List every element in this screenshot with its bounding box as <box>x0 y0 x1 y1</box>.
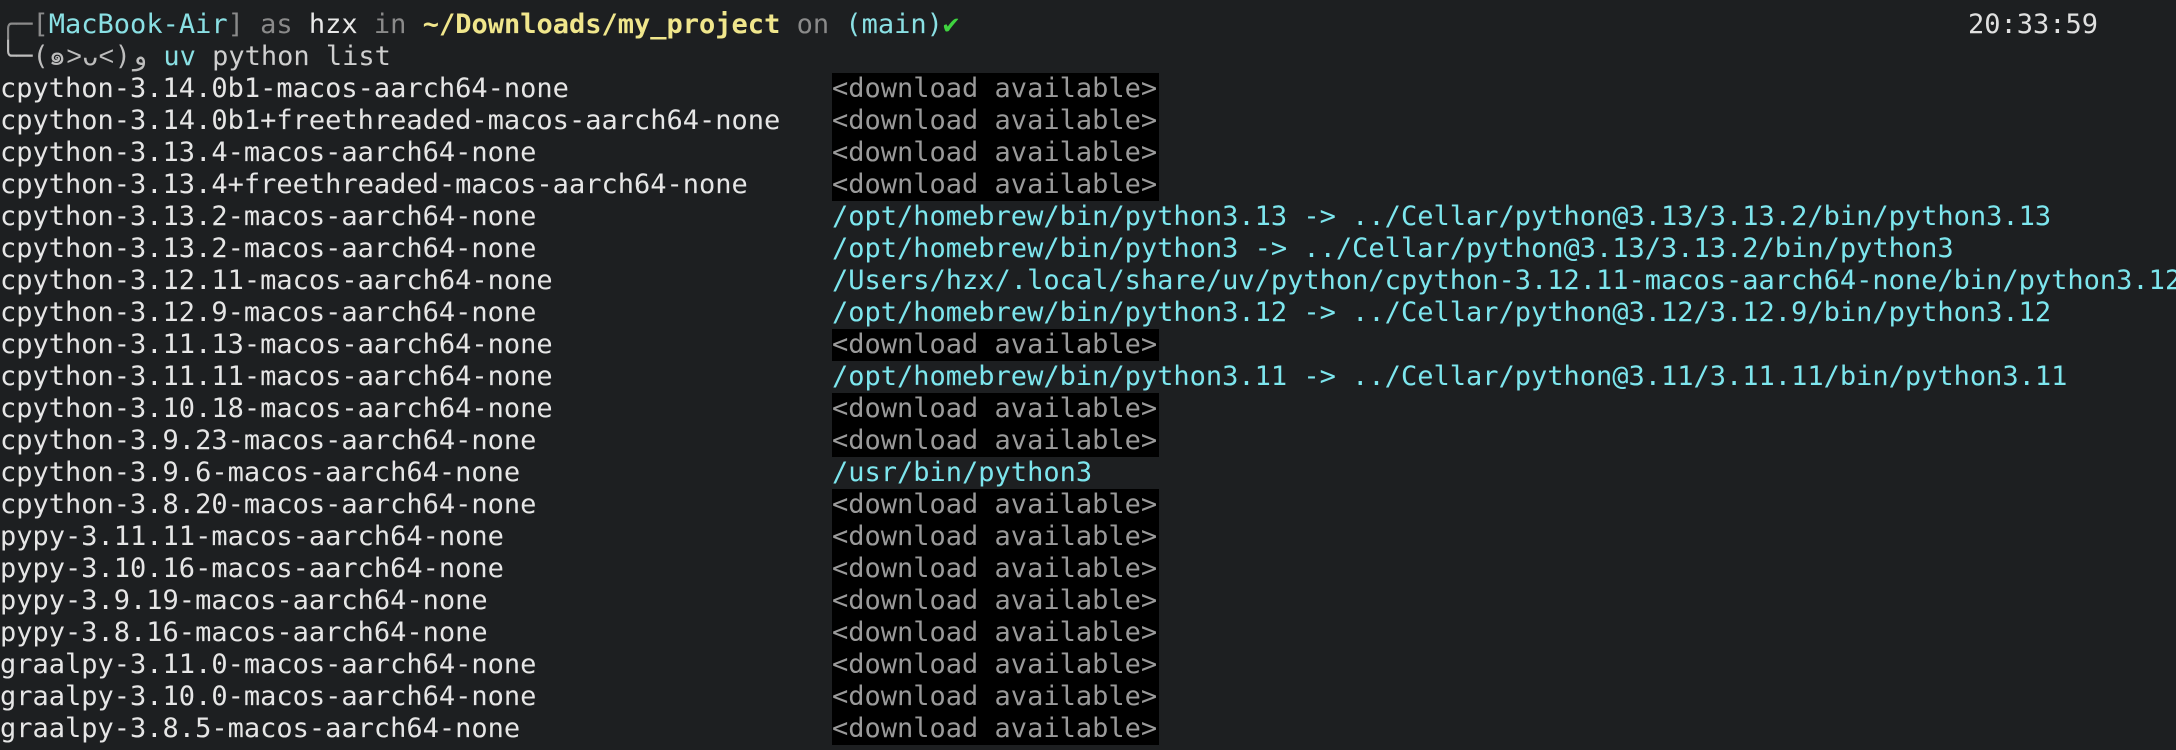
python-version-name: cpython-3.12.11-macos-aarch64-none <box>0 265 553 296</box>
python-version-name: pypy-3.10.16-macos-aarch64-none <box>0 553 504 584</box>
terminal-window[interactable]: ╭─[MacBook-Air] as hzx in ~/Downloads/my… <box>0 0 2176 750</box>
download-available-label: <download available> <box>832 521 1160 553</box>
download-available-label: <download available> <box>832 713 1160 745</box>
python-version-name: cpython-3.10.18-macos-aarch64-none <box>0 393 553 424</box>
download-available-label: <download available> <box>832 681 1160 713</box>
download-available-label: <download available> <box>832 73 1160 105</box>
download-available-label: <download available> <box>832 489 1160 521</box>
command-line[interactable]: ╰─(๑˃ᴗ˂)ﻭ uv python list <box>0 41 391 73</box>
prompt-box-corner: ╭─[ <box>0 9 49 40</box>
download-available-label: <download available> <box>832 649 1160 681</box>
prompt-kaomoji-prefix: ╰─(๑˃ᴗ˂)ﻭ <box>0 41 164 72</box>
python-version-name: cpython-3.14.0b1-macos-aarch64-none <box>0 73 569 104</box>
prompt-hostname: MacBook-Air <box>48 9 228 40</box>
install-path: /opt/homebrew/bin/python3.12 -> ../Cella… <box>832 297 2052 328</box>
python-version-name: pypy-3.8.16-macos-aarch64-none <box>0 617 488 648</box>
install-path: /usr/bin/python3 <box>832 457 1093 488</box>
prompt-git-branch: (main) <box>845 9 943 40</box>
python-version-name: cpython-3.13.4-macos-aarch64-none <box>0 137 537 168</box>
download-available-label: <download available> <box>832 137 1160 169</box>
download-available-label: <download available> <box>832 585 1160 617</box>
python-version-name: cpython-3.14.0b1+freethreaded-macos-aarc… <box>0 105 781 136</box>
python-version-name: pypy-3.9.19-macos-aarch64-none <box>0 585 488 616</box>
python-version-name: cpython-3.8.20-macos-aarch64-none <box>0 489 537 520</box>
download-available-label: <download available> <box>832 105 1160 137</box>
prompt-line: ╭─[MacBook-Air] as hzx in ~/Downloads/my… <box>0 9 959 41</box>
python-version-name: graalpy-3.10.0-macos-aarch64-none <box>0 681 537 712</box>
python-version-name: graalpy-3.8.5-macos-aarch64-none <box>0 713 521 744</box>
download-available-label: <download available> <box>832 169 1160 201</box>
prompt-in-label: in <box>357 9 423 40</box>
install-path: /opt/homebrew/bin/python3.11 -> ../Cella… <box>832 361 2068 392</box>
prompt-as-label: as <box>243 9 309 40</box>
download-available-label: <download available> <box>832 553 1160 585</box>
download-available-label: <download available> <box>832 425 1160 457</box>
python-version-name: cpython-3.13.2-macos-aarch64-none <box>0 233 537 264</box>
python-version-name: pypy-3.11.11-macos-aarch64-none <box>0 521 504 552</box>
prompt-clock: 20:33:59 <box>1968 9 2099 40</box>
python-version-name: cpython-3.13.4+freethreaded-macos-aarch6… <box>0 169 748 200</box>
install-path: /opt/homebrew/bin/python3.13 -> ../Cella… <box>832 201 2052 232</box>
prompt-username: hzx <box>308 9 358 40</box>
prompt-working-directory: ~/Downloads/my_project <box>422 9 781 40</box>
checkmark-icon: ✔ <box>942 9 960 40</box>
command-args: python list <box>195 41 391 72</box>
python-version-name: cpython-3.12.9-macos-aarch64-none <box>0 297 537 328</box>
install-path: /opt/homebrew/bin/python3 -> ../Cellar/p… <box>832 233 1954 264</box>
python-version-name: cpython-3.11.11-macos-aarch64-none <box>0 361 553 392</box>
python-version-name: cpython-3.9.6-macos-aarch64-none <box>0 457 521 488</box>
prompt-box-close: ] <box>227 9 244 40</box>
install-path: /Users/hzx/.local/share/uv/python/cpytho… <box>832 265 2176 296</box>
download-available-label: <download available> <box>832 393 1160 425</box>
command-tool: uv <box>163 41 196 72</box>
prompt-on-label: on <box>780 9 846 40</box>
python-version-name: cpython-3.11.13-macos-aarch64-none <box>0 329 553 360</box>
python-version-name: graalpy-3.11.0-macos-aarch64-none <box>0 649 537 680</box>
python-version-name: cpython-3.9.23-macos-aarch64-none <box>0 425 537 456</box>
download-available-label: <download available> <box>832 617 1160 649</box>
python-version-name: cpython-3.13.2-macos-aarch64-none <box>0 201 537 232</box>
download-available-label: <download available> <box>832 329 1160 361</box>
